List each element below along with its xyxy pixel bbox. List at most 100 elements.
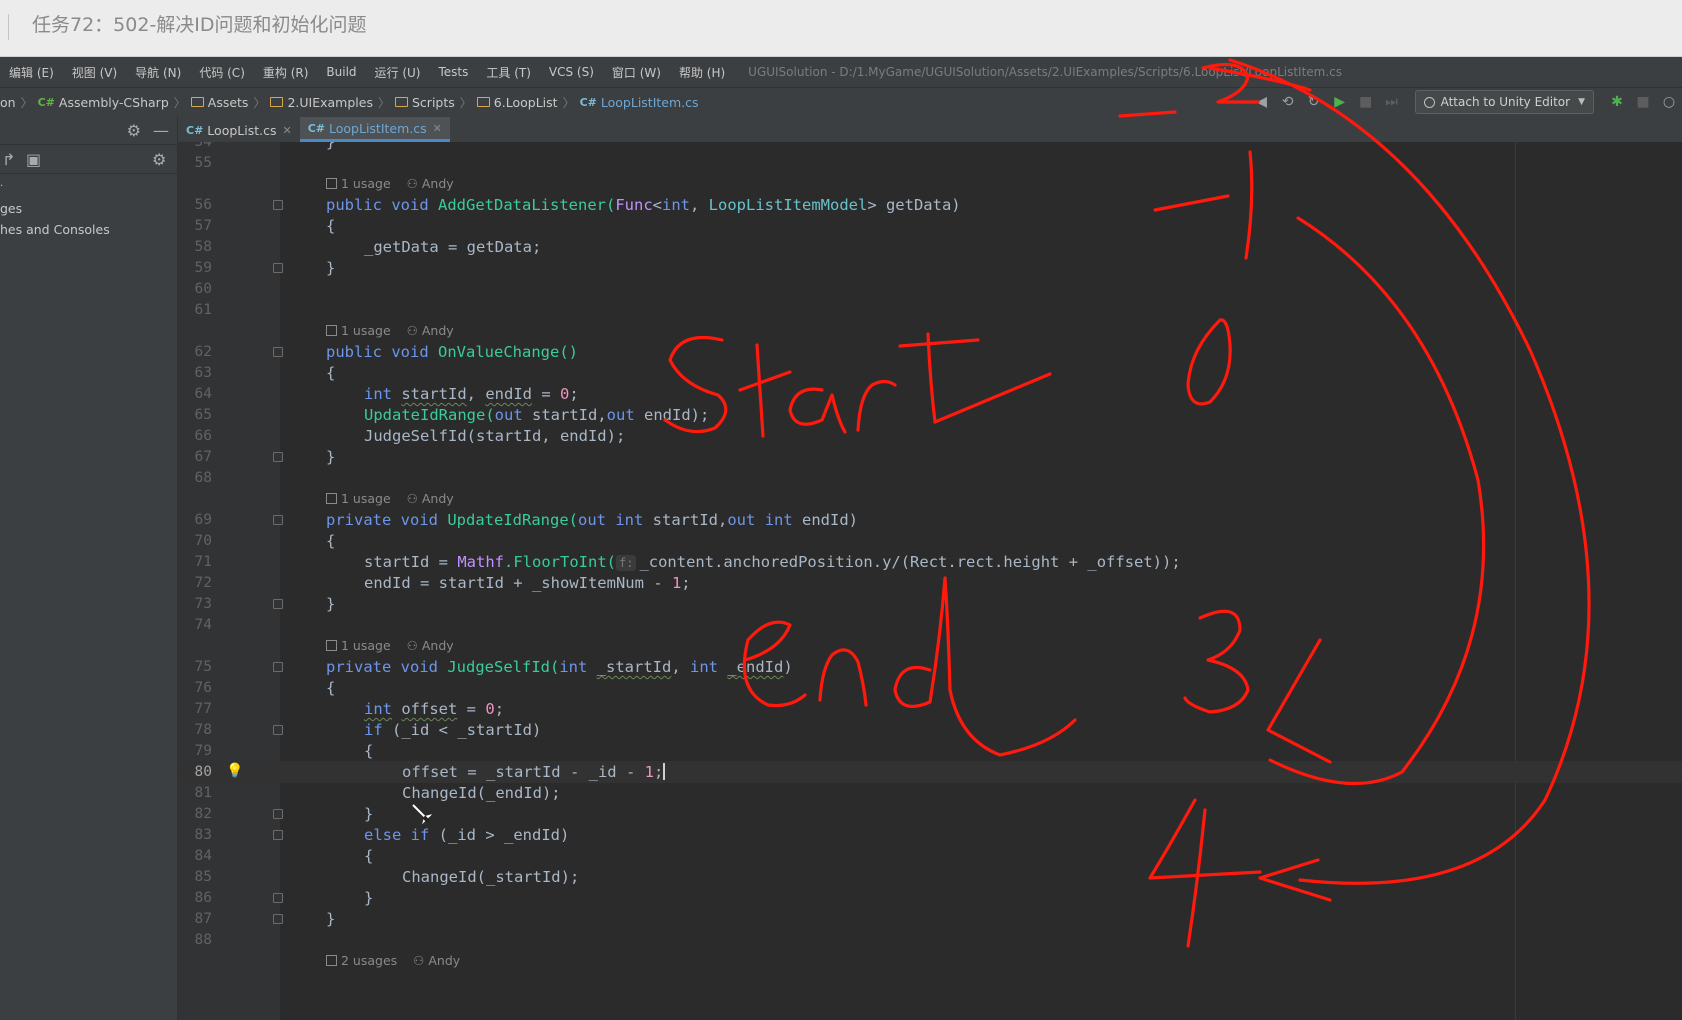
menu-navigate[interactable]: 导航 (N) bbox=[126, 64, 190, 81]
collapse-icon[interactable]: ↱ bbox=[2, 150, 15, 169]
code-editor[interactable]: 54 } 55 1 usage ⚇ Andy 56 public void Add… bbox=[178, 142, 1682, 1020]
fold-icon[interactable] bbox=[273, 809, 283, 819]
person-icon: ⚇ bbox=[406, 176, 422, 191]
sidebar-item-bullet[interactable]: · bbox=[0, 178, 177, 198]
menu-tests[interactable]: Tests bbox=[430, 65, 478, 79]
stop-icon[interactable]: ■ bbox=[1354, 91, 1378, 113]
fold-icon[interactable] bbox=[273, 914, 283, 924]
usage-count: 1 usage bbox=[341, 638, 391, 653]
code-line: 65 UpdateIdRange(out startId,out endId); bbox=[178, 404, 1682, 426]
line-number: 83 bbox=[194, 827, 212, 843]
code-lens[interactable]: 1 usage ⚇ Andy bbox=[326, 488, 454, 510]
code-text: } bbox=[326, 448, 336, 466]
code-line: 73 } bbox=[178, 593, 1682, 615]
refresh-icon[interactable]: ↻ bbox=[1302, 91, 1326, 113]
fold-icon[interactable] bbox=[273, 830, 283, 840]
code-line: 55 bbox=[178, 152, 1682, 174]
code-line: 77 int offset = 0; bbox=[178, 698, 1682, 720]
code-text: } bbox=[326, 910, 336, 928]
breadcrumb-project[interactable]: Assembly-CSharp bbox=[59, 95, 169, 110]
code-text: if (_id < _startId) bbox=[364, 721, 542, 739]
code-lens[interactable]: 1 usage ⚇ Andy bbox=[326, 173, 454, 195]
line-number: 62 bbox=[194, 344, 212, 360]
save-icon[interactable]: ▣ bbox=[26, 150, 41, 169]
menu-build[interactable]: Build bbox=[317, 65, 365, 79]
code-line: 88 bbox=[178, 929, 1682, 951]
sidebar-item-scratches[interactable]: hes and Consoles bbox=[0, 219, 177, 240]
breadcrumb-scripts[interactable]: Scripts bbox=[412, 95, 455, 110]
fold-icon[interactable] bbox=[273, 452, 283, 462]
menu-help[interactable]: 帮助 (H) bbox=[670, 64, 734, 81]
chevron-down-icon: ▼ bbox=[1578, 97, 1585, 107]
stop-debug-icon[interactable]: ■ bbox=[1631, 91, 1655, 113]
menu-vcs[interactable]: VCS (S) bbox=[540, 65, 603, 79]
close-icon[interactable]: ✕ bbox=[433, 122, 442, 135]
code-lens[interactable]: 2 usages ⚇ Andy bbox=[326, 950, 460, 972]
breadcrumb-assets[interactable]: Assets bbox=[208, 95, 249, 110]
usage-count: 1 usage bbox=[341, 323, 391, 338]
menu-window[interactable]: 窗口 (W) bbox=[603, 64, 670, 81]
sidebar-toolbar: ↱ ▣ ⚙ bbox=[0, 144, 177, 174]
minimize-icon[interactable]: — bbox=[153, 121, 169, 140]
breadcrumb-uiexamples[interactable]: 2.UIExamples bbox=[287, 95, 373, 110]
code-line: 87 } bbox=[178, 908, 1682, 930]
code-text: public void OnValueChange() bbox=[326, 343, 578, 361]
fold-icon[interactable] bbox=[273, 725, 283, 735]
menu-code[interactable]: 代码 (C) bbox=[190, 64, 254, 81]
fold-icon[interactable] bbox=[273, 599, 283, 609]
attach-to-unity-dropdown[interactable]: Attach to Unity Editor ▼ bbox=[1414, 90, 1594, 114]
fold-icon[interactable] bbox=[273, 263, 283, 273]
line-number: 69 bbox=[194, 512, 212, 528]
csharp-file-icon: C# bbox=[307, 121, 325, 135]
fold-icon[interactable] bbox=[273, 893, 283, 903]
fold-icon[interactable] bbox=[273, 200, 283, 210]
person-icon: ⚇ bbox=[413, 953, 429, 968]
code-text: ChangeId(_startId); bbox=[402, 868, 580, 886]
gear-icon[interactable]: ⚙ bbox=[152, 150, 166, 169]
code-line: 62 public void OnValueChange() bbox=[178, 341, 1682, 363]
code-text: else if (_id > _endId) bbox=[364, 826, 570, 844]
gear-icon[interactable]: ⚙ bbox=[127, 121, 141, 140]
line-number: 85 bbox=[194, 869, 212, 885]
author-name: Andy bbox=[421, 323, 454, 338]
line-number: 79 bbox=[194, 743, 212, 759]
person-icon: ⚇ bbox=[406, 491, 422, 506]
code-line: 76 { bbox=[178, 677, 1682, 699]
breadcrumb-looplist[interactable]: 6.LoopList bbox=[494, 95, 558, 110]
run-icon[interactable]: ▶ bbox=[1328, 91, 1352, 113]
debug-icon[interactable]: ✱ bbox=[1605, 91, 1629, 113]
step-icon[interactable]: ⏭ bbox=[1380, 91, 1404, 113]
breadcrumb-partial[interactable]: on bbox=[0, 95, 16, 110]
code-line: 66 JudgeSelfId(startId, endId); bbox=[178, 425, 1682, 447]
menu-refactor[interactable]: 重构 (R) bbox=[254, 64, 318, 81]
menu-run[interactable]: 运行 (U) bbox=[366, 64, 430, 81]
usages-icon bbox=[326, 325, 337, 336]
code-lens[interactable]: 1 usage ⚇ Andy bbox=[326, 320, 454, 342]
breadcrumb-file[interactable]: LoopListItem.cs bbox=[601, 95, 699, 110]
code-line: 72 endId = startId + _showItemNum - 1; bbox=[178, 572, 1682, 594]
code-lens[interactable]: 1 usage ⚇ Andy bbox=[326, 635, 454, 657]
search-icon[interactable]: ○ bbox=[1657, 91, 1681, 113]
fold-icon[interactable] bbox=[273, 515, 283, 525]
tab-looplist[interactable]: C# LoopList.cs ✕ bbox=[178, 118, 300, 142]
code-line: 71 startId = Mathf.FloorToInt(f: _content… bbox=[178, 551, 1682, 573]
author-name: Andy bbox=[421, 176, 454, 191]
code-line: 63 { bbox=[178, 362, 1682, 384]
lightbulb-icon[interactable]: 💡 bbox=[226, 763, 244, 781]
fold-icon[interactable] bbox=[273, 662, 283, 672]
sidebar-item-changes[interactable]: ges bbox=[0, 198, 177, 219]
menu-edit[interactable]: 编辑 (E) bbox=[0, 64, 63, 81]
close-icon[interactable]: ✕ bbox=[282, 124, 291, 137]
author-name: Andy bbox=[428, 953, 461, 968]
code-text: private void UpdateIdRange(out int start… bbox=[326, 511, 859, 529]
unity-icon[interactable]: ⟲ bbox=[1276, 91, 1300, 113]
author-name: Andy bbox=[421, 638, 454, 653]
person-icon: ⚇ bbox=[406, 323, 422, 338]
fold-icon[interactable] bbox=[273, 347, 283, 357]
code-text: { bbox=[326, 679, 336, 697]
menu-view[interactable]: 视图 (V) bbox=[63, 64, 126, 81]
menu-tools[interactable]: 工具 (T) bbox=[477, 64, 540, 81]
tab-label: LoopListItem.cs bbox=[329, 120, 427, 136]
back-icon[interactable]: ◀ bbox=[1250, 91, 1274, 113]
tab-looplistitem[interactable]: C# LoopListItem.cs ✕ bbox=[299, 117, 450, 142]
